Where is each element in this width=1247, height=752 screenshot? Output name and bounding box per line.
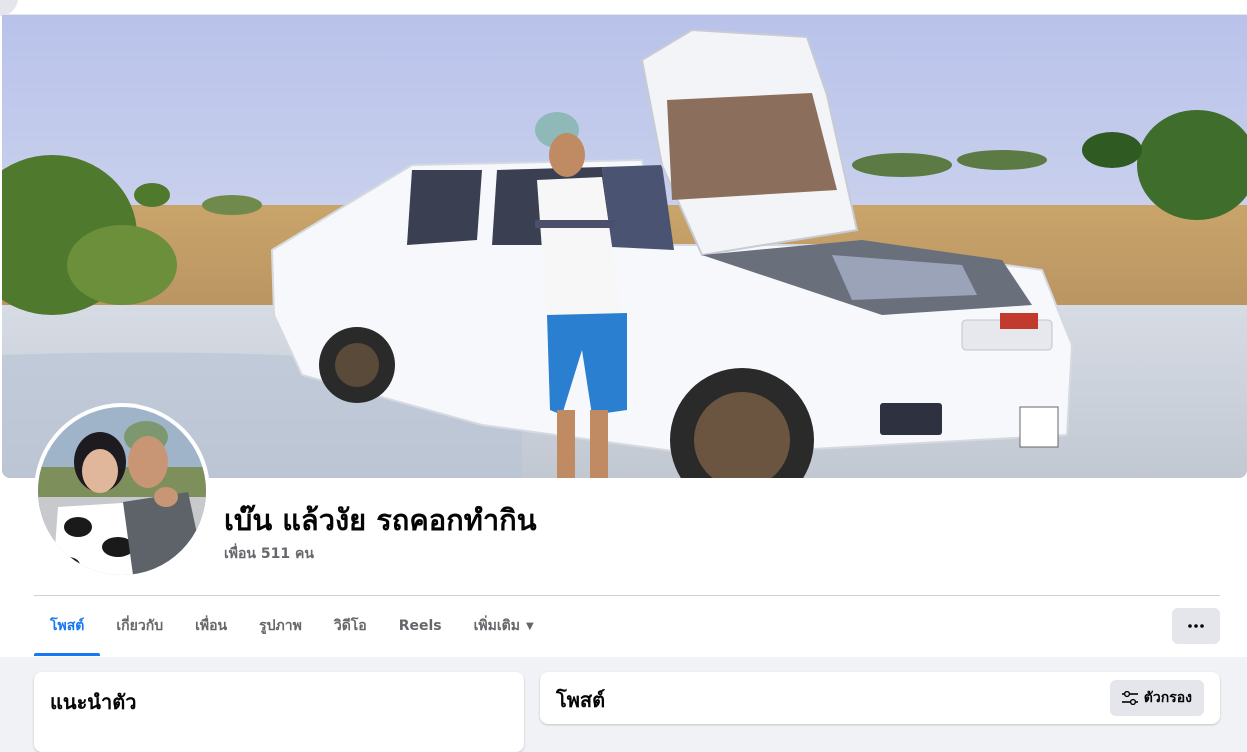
tab-posts[interactable]: โพสต์ [34,596,101,656]
caret-down-icon: ▼ [525,620,534,632]
tab-friends[interactable]: เพื่อน [179,596,243,656]
tab-more[interactable]: เพิ่มเติม ▼ [458,596,550,656]
tab-label: รูปภาพ [259,618,302,634]
intro-card: แนะนำตัว [34,672,524,752]
tab-reels[interactable]: Reels [383,596,458,656]
tab-photos[interactable]: รูปภาพ [243,596,318,656]
friends-count[interactable]: เพื่อน 511 คน [224,543,314,565]
tab-label: เกี่ยวกับ [116,618,164,634]
filter-button[interactable]: ตัวกรอง [1109,680,1204,716]
cover-photo-image [2,15,1247,478]
tab-about[interactable]: เกี่ยวกับ [100,596,179,656]
posts-title: โพสต์ [556,688,606,712]
profile-name: เบ๊น แล้วงัย รถคอกทำกิน [224,503,537,537]
avatar-photo [38,407,206,575]
sliders-icon [1121,691,1138,705]
tab-label: เพิ่มเติม [473,618,520,634]
intro-title: แนะนำตัว [50,690,137,714]
profile-header: เบ๊น แล้วงัย รถคอกทำกิน เพื่อน 511 คน โพ… [0,0,1247,657]
profile-tabs: โพสต์ เกี่ยวกับ เพื่อน รูปภาพ วิดีโอ Ree… [34,596,550,656]
top-bar-button[interactable] [0,0,18,16]
more-dots-icon [1188,624,1204,628]
top-bar [0,0,1247,16]
tab-label: วิดีโอ [333,618,367,634]
avatar-image [38,407,206,575]
tab-videos[interactable]: วิดีโอ [318,596,383,656]
cover-photo[interactable] [2,15,1247,478]
tab-label: Reels [398,618,442,634]
tab-label: โพสต์ [50,618,85,634]
tab-label: เพื่อน [195,618,228,634]
more-options-button[interactable] [1172,608,1220,644]
posts-card: โพสต์ ตัวกรอง [540,672,1220,724]
profile-avatar[interactable] [34,403,210,579]
filter-label: ตัวกรอง [1143,690,1192,706]
